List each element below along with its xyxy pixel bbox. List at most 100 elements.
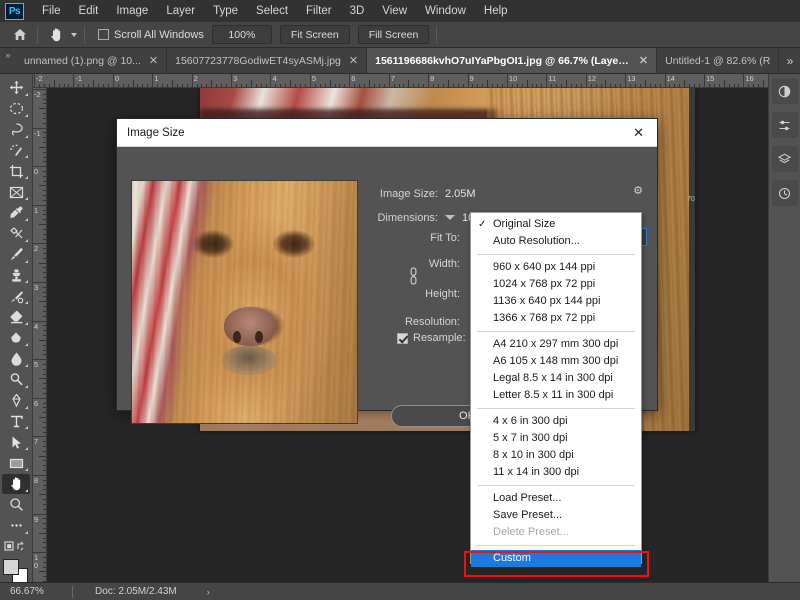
dropdown-item[interactable]: 5 x 7 in 300 dpi	[471, 430, 641, 447]
dropdown-item[interactable]: Legal 8.5 x 14 in 300 dpi	[471, 370, 641, 387]
dropdown-item[interactable]: Custom	[471, 550, 641, 567]
ruler-label: 7	[390, 74, 395, 83]
dropdown-item[interactable]: 1024 x 768 px 72 ppi	[471, 276, 641, 293]
zoom-tool[interactable]	[2, 495, 30, 515]
history-brush-tool[interactable]	[2, 286, 30, 306]
ruler-minor-tick	[39, 571, 46, 573]
ruler-label: 3	[34, 282, 39, 292]
dropdown-item[interactable]: 1366 x 768 px 72 ppi	[471, 310, 641, 327]
resample-checkbox[interactable]: Resample:	[397, 332, 466, 344]
fit-screen-button[interactable]: Fit Screen	[279, 25, 350, 44]
type-tool[interactable]	[2, 412, 30, 432]
menu-layer[interactable]: Layer	[157, 0, 204, 22]
brush-tool[interactable]	[2, 245, 30, 265]
foreground-background-color-swatches[interactable]	[3, 559, 29, 585]
document-tab[interactable]: 15607723778GodiwET4syASMj.jpg ✕	[167, 48, 368, 73]
pen-tool[interactable]	[2, 391, 30, 411]
status-expand-arrow-icon[interactable]: ›	[207, 587, 210, 597]
document-vertical-scrollbar[interactable]	[689, 88, 695, 431]
dimensions-chevron-down-icon[interactable]	[445, 215, 455, 220]
menu-type[interactable]: Type	[204, 0, 247, 22]
scroll-all-windows-checkbox[interactable]: Scroll All Windows	[98, 29, 204, 41]
close-icon[interactable]: ✕	[630, 125, 647, 141]
dropdown-item[interactable]: Auto Resolution...	[471, 233, 641, 250]
document-tab-active[interactable]: 1561196686kvhO7uIYaPbgOI1.jpg @ 66.7% (L…	[367, 48, 658, 73]
status-bar: 66.67% Doc: 2.05M/2.43M ›	[0, 582, 800, 600]
quick-mask-and-screen-mode[interactable]	[2, 537, 30, 557]
adjustments-panel-icon[interactable]	[771, 112, 798, 138]
dropdown-item[interactable]: 8 x 10 in 300 dpi	[471, 447, 641, 464]
move-tool[interactable]	[2, 78, 30, 98]
image-preview-thumbnail[interactable]	[131, 180, 358, 424]
menu-3d[interactable]: 3D	[341, 0, 374, 22]
menu-window[interactable]: Window	[416, 0, 475, 22]
menu-help[interactable]: Help	[475, 0, 517, 22]
dropdown-item[interactable]: 4 x 6 in 300 dpi	[471, 413, 641, 430]
edit-toolbar-tool[interactable]	[2, 516, 30, 536]
hand-tool[interactable]	[2, 474, 30, 494]
color-panel-icon[interactable]	[771, 78, 798, 104]
dropdown-item[interactable]: Load Preset...	[471, 490, 641, 507]
hand-tool-icon[interactable]	[45, 27, 67, 42]
dropdown-item[interactable]: 1136 x 640 px 144 ppi	[471, 293, 641, 310]
tab-list: unnamed (1).png @ 10... ✕ 15607723778Godiw…	[16, 48, 780, 73]
fit-to-dropdown-menu[interactable]: Original SizeAuto Resolution... 960 x 640…	[470, 212, 642, 567]
ruler-label: 11	[548, 74, 557, 83]
dropdown-item[interactable]: 11 x 14 in 300 dpi	[471, 464, 641, 481]
frame-tool[interactable]	[2, 182, 30, 202]
options-divider-3	[436, 25, 438, 44]
dropdown-item[interactable]: Letter 8.5 x 11 in 300 dpi	[471, 387, 641, 404]
menu-edit[interactable]: Edit	[70, 0, 108, 22]
ruler-minor-tick	[684, 80, 686, 87]
scroll-all-windows-checkbox-box[interactable]	[98, 29, 109, 40]
dodge-tool[interactable]	[2, 370, 30, 390]
home-icon[interactable]	[10, 28, 30, 41]
menu-image[interactable]: Image	[107, 0, 157, 22]
fit-to-row: Fit To:	[375, 228, 467, 247]
layers-panel-icon[interactable]	[771, 146, 798, 172]
dropdown-item[interactable]: Save Preset...	[471, 507, 641, 524]
fill-screen-button[interactable]: Fill Screen	[357, 25, 430, 44]
rectangle-tool[interactable]	[2, 453, 30, 473]
tab-overflow-right-icon[interactable]: »	[780, 48, 800, 73]
foreground-color-swatch[interactable]	[3, 559, 19, 576]
eyedropper-tool[interactable]	[2, 203, 30, 223]
eraser-tool[interactable]	[2, 307, 30, 327]
gradient-tool[interactable]	[2, 328, 30, 348]
dropdown-item[interactable]: A4 210 x 297 mm 300 dpi	[471, 336, 641, 353]
dropdown-item[interactable]: 960 x 640 px 144 ppi	[471, 259, 641, 276]
path-selection-tool[interactable]	[2, 432, 30, 452]
history-panel-icon[interactable]	[771, 180, 798, 206]
zoom-100-button[interactable]: 100%	[211, 25, 272, 44]
elliptical-marquee-tool[interactable]	[2, 99, 30, 119]
ruler-minor-tick	[39, 146, 46, 148]
gear-icon[interactable]: ⚙	[633, 184, 643, 197]
tool-preset-chevron-down-icon[interactable]	[71, 32, 77, 37]
dropdown-item[interactable]: A6 105 x 148 mm 300 dpi	[471, 353, 641, 370]
quick-selection-tool[interactable]	[2, 141, 30, 161]
menu-filter[interactable]: Filter	[297, 0, 341, 22]
canvas-ruler-mark: 70	[687, 196, 695, 203]
menu-select[interactable]: Select	[247, 0, 297, 22]
healing-brush-tool[interactable]	[2, 224, 30, 244]
tab-close-icon[interactable]: ✕	[639, 54, 648, 67]
resample-checkbox-box[interactable]	[397, 332, 408, 344]
dimensions-label: Dimensions:	[377, 211, 438, 224]
tab-overflow-left-icon[interactable]: »	[0, 48, 16, 73]
dropdown-item[interactable]: Original Size	[471, 216, 641, 233]
preview-photo-fur	[132, 181, 357, 423]
lasso-tool[interactable]	[2, 120, 30, 140]
tab-close-icon[interactable]: ✕	[349, 54, 358, 67]
blur-tool[interactable]	[2, 349, 30, 369]
clone-stamp-tool[interactable]	[2, 266, 30, 286]
document-tab[interactable]: Untitled-1 @ 82.6% (R	[657, 48, 780, 73]
tab-close-icon[interactable]: ✕	[149, 54, 158, 67]
crop-tool[interactable]	[2, 161, 30, 181]
zoom-level[interactable]: 66.67%	[0, 586, 72, 597]
menu-view[interactable]: View	[373, 0, 416, 22]
document-tab[interactable]: unnamed (1).png @ 10... ✕	[16, 48, 168, 73]
ruler-label: 1	[154, 74, 159, 83]
ruler-label: -1	[75, 74, 83, 83]
preview-photo-nostril-right	[254, 331, 263, 344]
menu-file[interactable]: File	[33, 0, 70, 22]
